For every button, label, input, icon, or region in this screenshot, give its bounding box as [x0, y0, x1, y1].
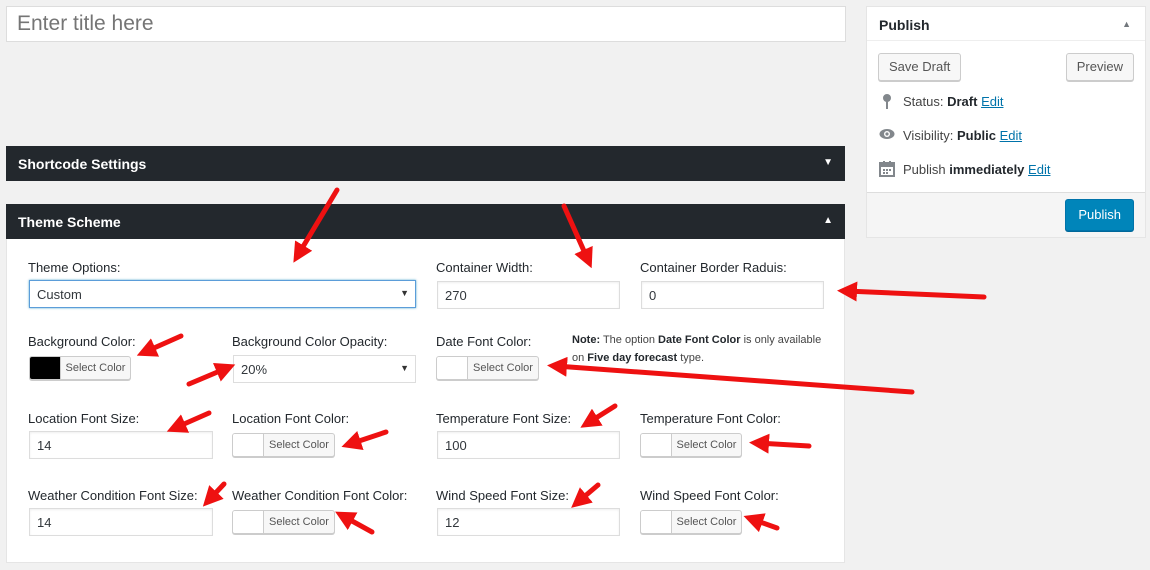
- annotation-arrows: [136, 187, 987, 535]
- red-arrow-annotation: [293, 187, 340, 263]
- red-arrow-annotation: [335, 511, 375, 535]
- red-arrow-annotation: [749, 433, 812, 454]
- red-arrow-annotation: [166, 410, 212, 433]
- red-arrow-annotation: [547, 356, 915, 395]
- red-arrow-annotation: [837, 281, 987, 302]
- red-arrow-annotation: [202, 481, 227, 507]
- red-arrow-annotation: [561, 203, 593, 269]
- red-arrow-annotation: [186, 363, 236, 387]
- red-arrow-annotation: [580, 403, 618, 428]
- red-arrow-annotation: [136, 333, 184, 357]
- red-arrow-annotation: [341, 429, 389, 451]
- red-arrow-annotation: [743, 513, 780, 533]
- red-arrow-annotation: [571, 482, 601, 508]
